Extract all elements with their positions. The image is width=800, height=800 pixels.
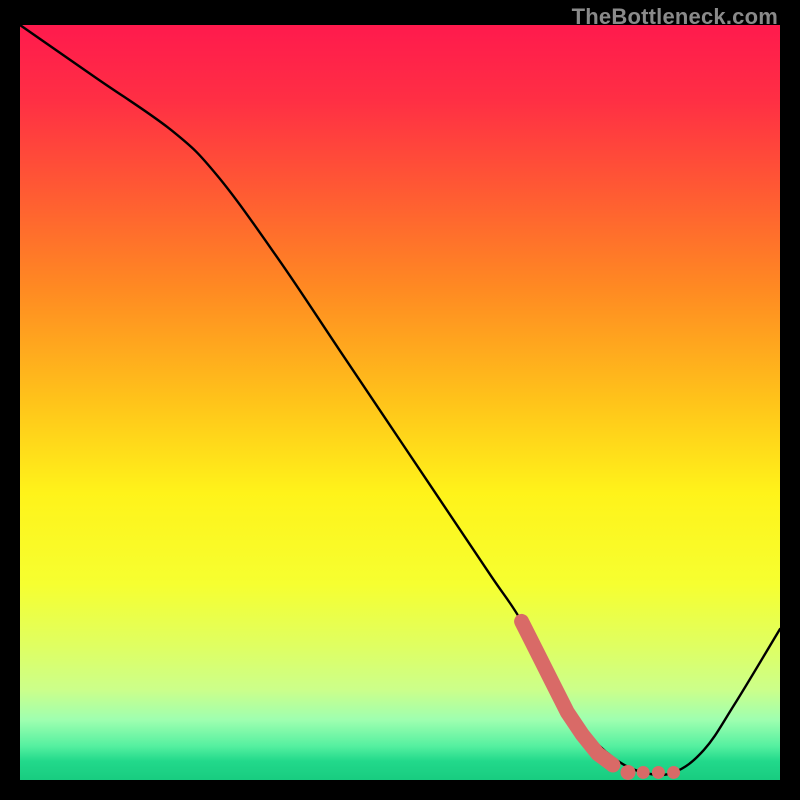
highlight-markers [522, 621, 681, 780]
highlight-dot [652, 766, 665, 779]
chart-overlay [20, 25, 780, 780]
chart-container: TheBottleneck.com [0, 0, 800, 800]
highlight-dot [605, 757, 620, 772]
bottleneck-curve [20, 25, 780, 775]
highlight-stroke [522, 621, 613, 764]
highlight-dot [637, 766, 650, 779]
plot-area [20, 25, 780, 780]
highlight-dot [667, 766, 680, 779]
highlight-dot [621, 765, 636, 780]
